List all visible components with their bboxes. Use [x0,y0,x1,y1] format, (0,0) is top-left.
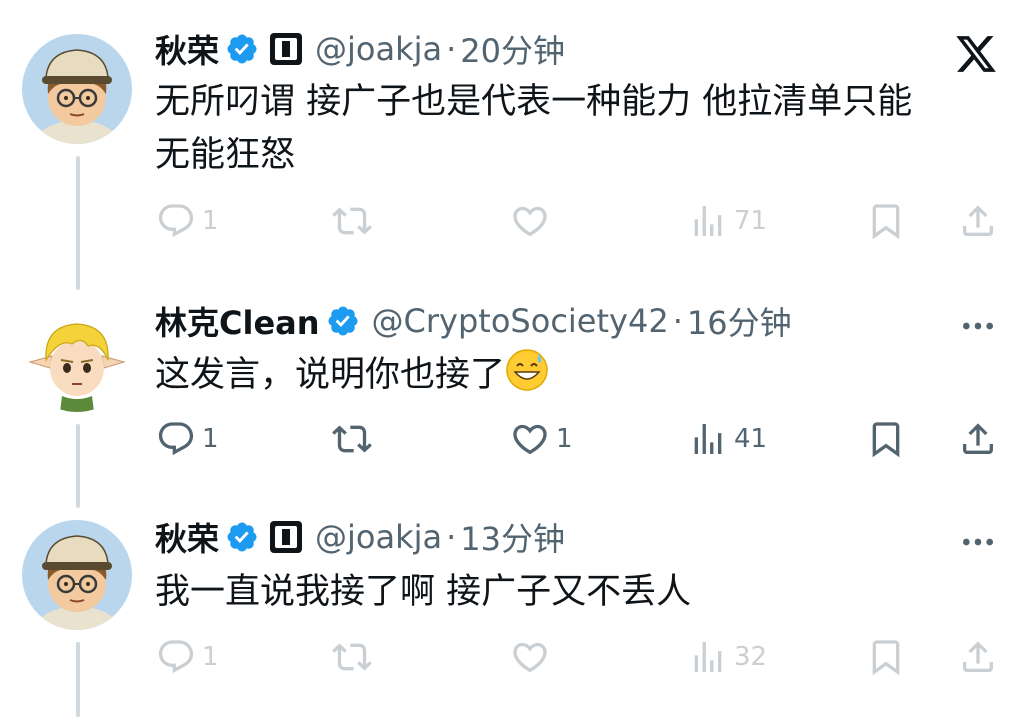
grinning-sweat-emoji-icon [505,348,549,392]
like-button[interactable] [510,632,550,682]
display-name[interactable]: 秋荣 [155,26,219,72]
separator-dot: · [446,518,457,556]
action-bar: 1 1 41 [0,414,1024,464]
views-count: 41 [734,424,768,454]
separator-dot: · [672,302,683,340]
heart-icon [510,419,550,459]
views-button[interactable]: 41 [688,414,767,464]
reply-icon [156,419,196,459]
tweet-2[interactable]: 林克Clean @CryptoSociety42 · 16分钟 这发言，说明你也… [0,296,1024,511]
heart-icon [510,637,550,677]
timestamp[interactable]: 13分钟 [460,514,565,560]
bookmark-icon [866,637,906,677]
share-icon [958,637,998,677]
tweet-text: 我一直说我接了啊 接广子又不丢人 [155,566,1005,619]
display-name[interactable]: 林克Clean [155,298,320,344]
user-handle[interactable]: @CryptoSociety42 [372,302,669,340]
bookmark-button[interactable] [866,196,906,246]
x-logo-icon[interactable] [954,32,998,76]
tweet-3[interactable]: 秋荣 @joakja · 13分钟 我一直说我接了啊 接广子又不丢人 1 32 [0,512,1024,717]
tweet-text-line: 我一直说我接了啊 接广子又不丢人 [155,572,692,612]
bookmark-icon [866,201,906,241]
reply-count: 1 [202,424,219,454]
retweet-button[interactable] [332,414,372,464]
share-button[interactable] [958,196,998,246]
reply-count: 1 [202,206,219,236]
tweet-text-line: 这发言，说明你也接了 [155,348,1005,402]
bookmark-button[interactable] [866,632,906,682]
affiliate-badge-icon[interactable] [269,520,303,554]
user-handle[interactable]: @joakja [315,30,442,68]
affiliate-badge-icon[interactable] [269,32,303,66]
user-handle[interactable]: @joakja [315,518,442,556]
views-button[interactable]: 71 [688,196,767,246]
timestamp[interactable]: 20分钟 [460,26,565,72]
retweet-button[interactable] [332,196,372,246]
action-bar: 1 71 [0,196,1024,246]
views-icon [688,419,728,459]
tweet-text: 无所叼谓 接广子也是代表一种能力 他拉清单只能 无能狂怒 [155,76,1005,182]
more-options-icon[interactable] [958,306,998,346]
like-count: 1 [556,424,573,454]
reply-button[interactable]: 1 [156,632,219,682]
retweet-button[interactable] [332,632,372,682]
views-icon [688,201,728,241]
more-options-icon[interactable] [958,522,998,562]
action-bar: 1 32 [0,632,1024,682]
reply-count: 1 [202,642,219,672]
bookmark-button[interactable] [866,414,906,464]
heart-icon [510,201,550,241]
display-name[interactable]: 秋荣 [155,514,219,560]
reply-button[interactable]: 1 [156,196,219,246]
share-icon [958,201,998,241]
tweet-text-line: 无所叼谓 接广子也是代表一种能力 他拉清单只能 [155,82,913,122]
avatar[interactable] [22,302,132,412]
share-button[interactable] [958,632,998,682]
share-button[interactable] [958,414,998,464]
tweet-text-line: 无能狂怒 [155,135,296,175]
verified-badge-icon [326,304,360,338]
verified-badge-icon [225,520,259,554]
reply-button[interactable]: 1 [156,414,219,464]
like-button[interactable] [510,196,550,246]
retweet-icon [332,637,372,677]
share-icon [958,419,998,459]
tweet-header: 秋荣 @joakja · 13分钟 [155,512,565,562]
separator-dot: · [446,30,457,68]
views-button[interactable]: 32 [688,632,767,682]
views-icon [688,637,728,677]
views-count: 71 [734,206,768,236]
tweet-1[interactable]: 秋荣 @joakja · 20分钟 无所叼谓 接广子也是代表一种能力 他拉清单只… [0,24,1024,294]
like-button[interactable]: 1 [510,414,573,464]
timestamp[interactable]: 16分钟 [687,298,792,344]
reply-icon [156,201,196,241]
views-count: 32 [734,642,768,672]
tweet-text-content: 这发言，说明你也接了 [155,355,506,395]
tweet-header: 秋荣 @joakja · 20分钟 [155,24,565,74]
verified-badge-icon [225,32,259,66]
retweet-icon [332,201,372,241]
bookmark-icon [866,419,906,459]
avatar[interactable] [22,34,132,144]
avatar[interactable] [22,520,132,630]
reply-icon [156,637,196,677]
tweet-header: 林克Clean @CryptoSociety42 · 16分钟 [155,296,792,346]
retweet-icon [332,419,372,459]
tweet-text: 这发言，说明你也接了 [155,348,1005,402]
